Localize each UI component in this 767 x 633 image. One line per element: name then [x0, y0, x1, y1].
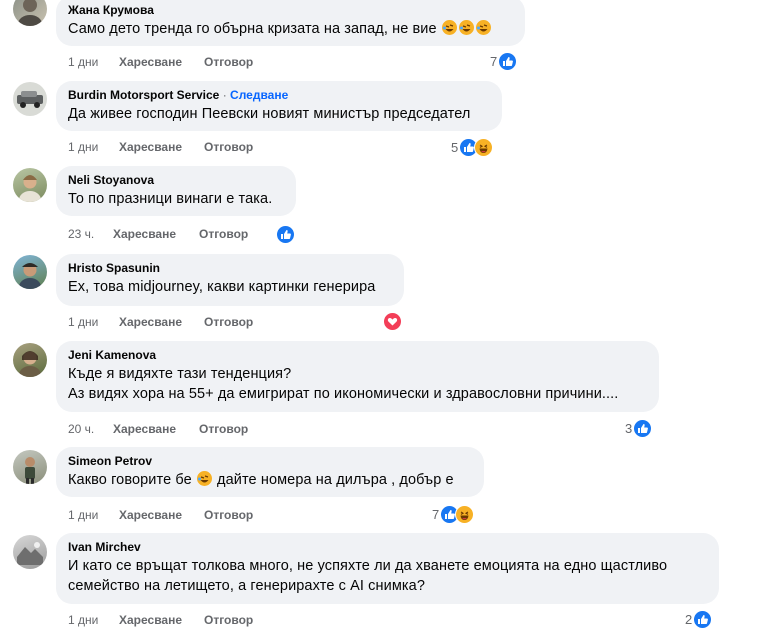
avatar-image — [19, 175, 41, 202]
reply-button[interactable]: Отговор — [199, 422, 248, 436]
avatar-image — [19, 263, 41, 289]
comment-text: Какво говорите бе дайте номера на дилъра… — [68, 471, 472, 490]
avatar-image — [17, 542, 43, 565]
reaction-summary[interactable]: 3 — [625, 418, 653, 438]
reply-button[interactable]: Отговор — [204, 613, 253, 627]
reaction-summary[interactable]: 7 — [432, 504, 475, 524]
reaction-count: 5 — [451, 139, 459, 155]
comment-time[interactable]: 1 дни — [68, 55, 98, 69]
comment-meta: 1 дни Харесване Отговор — [68, 140, 318, 158]
follow-button[interactable]: Следване — [230, 88, 288, 102]
like-button[interactable]: Харесване — [119, 508, 182, 522]
comment-bubble: Simeon Petrov Какво говорите бе дайте но… — [56, 447, 484, 497]
rolling-laughing-emoji-icon — [475, 20, 491, 35]
like-button[interactable]: Харесване — [113, 227, 176, 241]
comment-text: Да живее господин Пеевски новият министъ… — [68, 106, 471, 122]
avatar[interactable] — [13, 535, 47, 569]
comment-author-line: Burdin Motorsport Service · Следване — [68, 88, 490, 102]
comment-text-after: дайте номера на дилъра , добър е — [212, 472, 454, 488]
comment-time[interactable]: 1 дни — [68, 140, 98, 154]
comment-author[interactable]: Neli Stoyanova — [68, 173, 284, 187]
comment-time[interactable]: 20 ч. — [68, 422, 94, 436]
comment-time[interactable]: 1 дни — [68, 315, 98, 329]
comment-text: То по празници винаги е така. — [68, 191, 273, 207]
comment-text: Само дето тренда го обърна кризата на за… — [68, 20, 513, 39]
comment-text-line-2: Аз видях хора на 55+ да емигрират по ико… — [68, 386, 619, 402]
separator: · — [219, 88, 231, 102]
comment-bubble: Жана Крумова Само дето тренда го обърна … — [56, 0, 525, 46]
comment-author[interactable]: Burdin Motorsport Service — [68, 88, 219, 102]
rolling-laughing-emoji-icon — [458, 20, 474, 35]
like-button[interactable]: Харесване — [119, 613, 182, 627]
avatar-image — [18, 0, 42, 26]
rolling-laughing-emoji-icon — [196, 471, 212, 486]
comment-author[interactable]: Simeon Petrov — [68, 454, 472, 468]
like-button[interactable]: Харесване — [119, 140, 182, 154]
love-reaction-icon — [383, 311, 402, 331]
comment-meta: 1 дни Харесване Отговор — [68, 55, 318, 73]
like-button[interactable]: Харесване — [119, 315, 182, 329]
comment-meta: 1 дни Харесване Отговор — [68, 613, 318, 631]
like-reaction-icon — [276, 224, 295, 244]
comment-author[interactable]: Ivan Mirchev — [68, 540, 707, 554]
reaction-summary[interactable]: 7 — [490, 51, 518, 71]
comment-author[interactable]: Jeni Kamenova — [68, 348, 647, 362]
haha-reaction-icon — [455, 504, 475, 524]
comment-bubble: Ivan Mirchev И като се връщат толкова мн… — [56, 533, 719, 604]
reply-button[interactable]: Отговор — [204, 315, 253, 329]
avatar[interactable] — [13, 0, 47, 26]
reply-button[interactable]: Отговор — [204, 55, 253, 69]
comment-text-line-1: Къде я видяхте тази тенденция? — [68, 366, 292, 382]
haha-reaction-icon — [474, 137, 494, 157]
reaction-summary[interactable]: 5 — [451, 137, 494, 157]
reaction-count: 7 — [490, 53, 498, 69]
reaction-summary[interactable] — [275, 224, 295, 244]
comment-bubble: Hristo Spasunin Ех, това midjourney, как… — [56, 254, 404, 306]
reaction-count: 7 — [432, 506, 440, 522]
comment-meta: 1 дни Харесване Отговор — [68, 508, 318, 526]
like-button[interactable]: Харесване — [113, 422, 176, 436]
comment-bubble: Neli Stoyanova То по празници винаги е т… — [56, 166, 296, 216]
comment-author[interactable]: Жана Крумова — [68, 3, 513, 17]
reply-button[interactable]: Отговор — [204, 508, 253, 522]
comment-text-line-2: семейство на летището, а генерирахте с A… — [68, 578, 425, 594]
like-button[interactable]: Харесване — [119, 55, 182, 69]
comment-time[interactable]: 1 дни — [68, 613, 98, 627]
reply-button[interactable]: Отговор — [199, 227, 248, 241]
reaction-count: 2 — [685, 611, 693, 627]
reaction-count: 3 — [625, 420, 633, 436]
avatar[interactable] — [13, 82, 47, 116]
comment-meta: 20 ч. Харесване Отговор — [68, 422, 318, 440]
rolling-laughing-emoji-icon — [441, 20, 457, 35]
like-reaction-icon — [633, 418, 653, 438]
comment-bubble: Burdin Motorsport Service · Следване Да … — [56, 81, 502, 131]
comment-text: Ех, това midjourney, какви картинки гене… — [68, 279, 376, 295]
comment-bubble: Jeni Kamenova Къде я видяхте тази тенден… — [56, 341, 659, 412]
comment-meta: 1 дни Харесване Отговор — [68, 315, 318, 333]
reaction-summary[interactable]: 2 — [685, 609, 713, 629]
avatar[interactable] — [13, 450, 47, 484]
comment-text-before: Какво говорите бе — [68, 472, 192, 488]
avatar[interactable] — [13, 255, 47, 289]
avatar[interactable] — [13, 168, 47, 202]
avatar-image — [17, 91, 43, 108]
like-reaction-icon — [498, 51, 518, 71]
avatar-image — [25, 457, 35, 484]
avatar[interactable] — [13, 343, 47, 377]
like-reaction-icon — [693, 609, 713, 629]
comment-time[interactable]: 23 ч. — [68, 227, 94, 241]
comment-author[interactable]: Hristo Spasunin — [68, 261, 392, 275]
avatar-image — [19, 351, 41, 377]
comment-text-line-1: И като се връщат толкова много, не успях… — [68, 558, 668, 574]
reaction-summary[interactable] — [382, 311, 402, 331]
comment-text-body: Само дето тренда го обърна кризата на за… — [68, 21, 437, 37]
comment-time[interactable]: 1 дни — [68, 508, 98, 522]
reply-button[interactable]: Отговор — [204, 140, 253, 154]
